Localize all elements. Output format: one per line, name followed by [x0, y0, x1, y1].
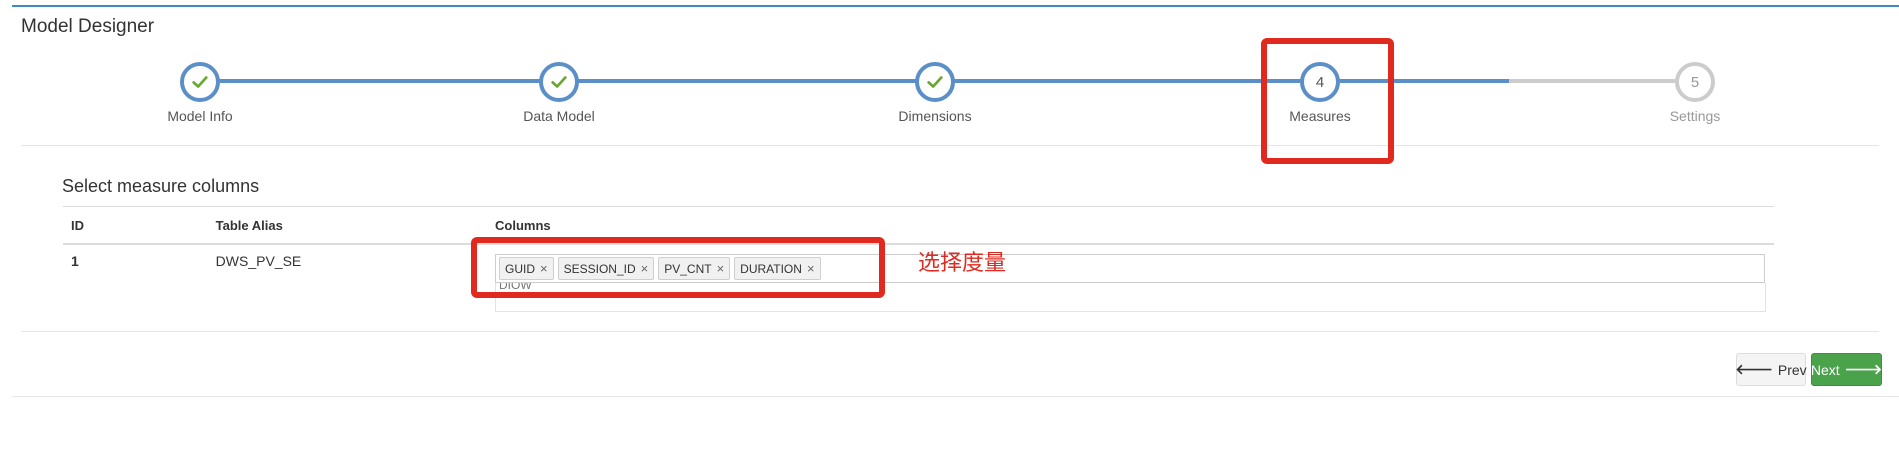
step-circle — [539, 62, 579, 102]
wizard-step-model-info[interactable]: Model Info — [167, 62, 233, 124]
header-accent-line — [12, 5, 1899, 7]
header-id: ID — [63, 206, 208, 245]
header-table-alias: Table Alias — [207, 206, 487, 245]
arrow-left-icon: 🡐 — [1735, 361, 1773, 377]
wizard-step-data-model[interactable]: Data Model — [523, 62, 595, 124]
check-icon — [192, 76, 208, 88]
highlight-box-measures-step — [1261, 38, 1394, 164]
arrow-right-icon: 🡒 — [1844, 361, 1883, 377]
wizard-track-pending — [1509, 79, 1695, 83]
row-id: 1 — [71, 253, 79, 269]
step-circle — [915, 62, 955, 102]
footer-divider — [12, 396, 1899, 397]
wizard-step-dimensions[interactable]: Dimensions — [898, 62, 972, 124]
row-table-alias: DWS_PV_SE — [215, 253, 302, 269]
table-header-row: ID Table Alias Columns — [63, 206, 1774, 245]
next-button[interactable]: Next 🡒 — [1811, 353, 1882, 386]
page-title: Model Designer — [21, 16, 155, 37]
content-divider — [21, 331, 1879, 332]
step-circle — [180, 62, 220, 102]
prev-label: Prev — [1777, 361, 1807, 378]
model-designer-page: Model Designer Model Info Data Model Dim… — [0, 0, 1899, 467]
step-label: Data Model — [523, 108, 595, 124]
step-label: Settings — [1669, 108, 1721, 124]
annotation-text: 选择度量 — [918, 251, 1007, 276]
section-title: Select measure columns — [62, 176, 260, 196]
check-icon — [551, 76, 567, 88]
check-icon — [927, 76, 943, 88]
step-label: Model Info — [167, 108, 233, 124]
wizard-divider — [21, 145, 1879, 146]
wizard-step-settings[interactable]: 5 Settings — [1670, 62, 1720, 124]
step-circle: 5 — [1675, 62, 1715, 102]
next-label: Next — [1810, 361, 1840, 378]
step-number: 5 — [1690, 73, 1700, 91]
step-label: Dimensions — [898, 108, 972, 124]
highlight-box-columns — [471, 237, 885, 298]
prev-button[interactable]: 🡐 Prev — [1735, 353, 1807, 386]
